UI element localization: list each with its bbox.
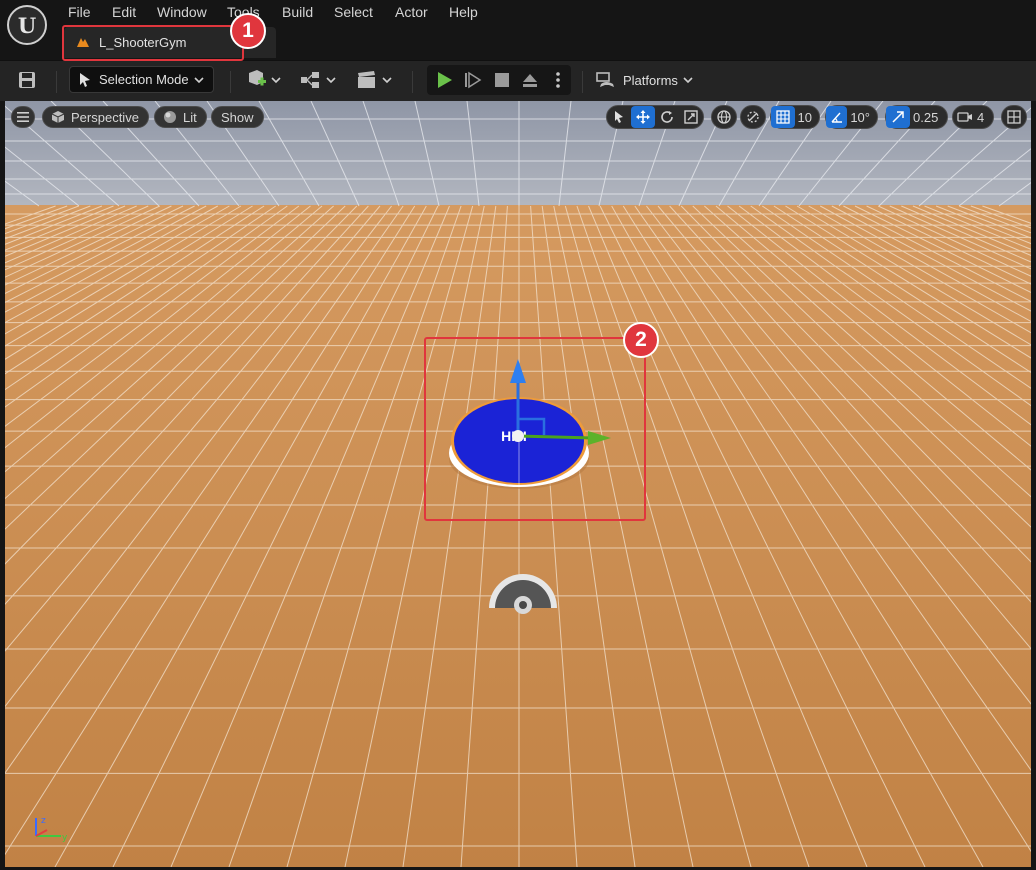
rotation-snap-value: 10° xyxy=(850,109,870,125)
camera-speed-value: 4 xyxy=(977,109,985,125)
menu-help[interactable]: Help xyxy=(449,4,478,20)
camera-speed-icon xyxy=(953,106,977,128)
grid-snap-group[interactable]: 10 xyxy=(770,105,820,129)
advance-frame-icon[interactable] xyxy=(463,70,483,90)
lit-label: Lit xyxy=(183,109,197,125)
stop-icon[interactable] xyxy=(492,70,512,90)
move-tool-icon[interactable] xyxy=(631,106,655,128)
svg-text:y: y xyxy=(62,833,68,843)
show-label: Show xyxy=(221,109,254,125)
layout-icon xyxy=(1002,106,1026,128)
play-options-icon[interactable] xyxy=(551,70,565,90)
platforms-icon xyxy=(596,72,614,87)
selection-mode-label: Selection Mode xyxy=(99,72,189,87)
menu-edit[interactable]: Edit xyxy=(112,4,136,20)
menu-window[interactable]: Window xyxy=(157,4,207,20)
play-icon[interactable] xyxy=(435,70,455,90)
cube-icon xyxy=(51,111,65,123)
menu-file[interactable]: File xyxy=(68,4,91,20)
platforms-button[interactable]: Platforms xyxy=(596,67,696,93)
hamburger-icon xyxy=(17,112,29,122)
menu-select[interactable]: Select xyxy=(334,4,373,20)
chevron-down-icon xyxy=(683,76,693,83)
chevron-down-icon xyxy=(194,77,204,84)
unreal-logo-icon[interactable]: U xyxy=(7,5,47,45)
eject-icon[interactable] xyxy=(520,70,540,90)
scale-snap-value: 0.25 xyxy=(913,109,939,125)
rotate-tool-icon[interactable] xyxy=(655,106,679,128)
toolbar-separator xyxy=(582,71,583,93)
selection-mode-dropdown[interactable]: Selection Mode xyxy=(69,66,214,93)
grid-snap-value: 10 xyxy=(797,109,812,125)
rotation-snap-icon xyxy=(826,106,848,128)
annotation-badge-1: 1 xyxy=(230,13,266,49)
scale-snap-group[interactable]: 0.25 xyxy=(885,105,948,129)
lit-button[interactable]: Lit xyxy=(154,106,207,128)
add-actor-button[interactable] xyxy=(244,67,284,93)
cinematics-button[interactable] xyxy=(354,67,394,93)
surface-snapping-toggle[interactable] xyxy=(740,105,766,129)
toolbar-separator xyxy=(412,71,413,93)
main-toolbar: Selection Mode Platforms xyxy=(0,60,1036,101)
platforms-label: Platforms xyxy=(623,72,678,88)
camera-speed-group[interactable]: 4 xyxy=(952,105,994,129)
scale-snap-icon xyxy=(886,106,910,128)
play-controls xyxy=(427,65,571,95)
select-tool-icon[interactable] xyxy=(607,106,631,128)
grid-snap-icon xyxy=(771,106,795,128)
blueprint-button[interactable] xyxy=(298,67,338,93)
scale-tool-icon[interactable] xyxy=(679,106,703,128)
transform-tools xyxy=(606,105,704,129)
surface-snap-icon xyxy=(741,106,765,128)
perspective-label: Perspective xyxy=(71,109,139,125)
perspective-button[interactable]: Perspective xyxy=(42,106,149,128)
annotation-box-1 xyxy=(62,25,244,61)
menu-actor[interactable]: Actor xyxy=(395,4,428,20)
annotation-box-2 xyxy=(424,337,646,521)
toolbar-separator xyxy=(230,71,231,93)
globe-icon xyxy=(712,106,736,128)
viewport-layout-button[interactable] xyxy=(1001,105,1027,129)
selection-mode-icon xyxy=(80,73,90,87)
rotation-snap-group[interactable]: 10° xyxy=(825,105,878,129)
world-local-toggle[interactable] xyxy=(711,105,737,129)
annotation-badge-2: 2 xyxy=(623,322,659,358)
menu-build[interactable]: Build xyxy=(282,4,313,20)
toolbar-separator xyxy=(56,71,57,93)
viewport-menu-button[interactable] xyxy=(11,106,35,128)
lit-sphere-icon xyxy=(164,111,176,123)
svg-text:z: z xyxy=(41,816,46,826)
save-icon[interactable] xyxy=(17,70,37,90)
show-button[interactable]: Show xyxy=(211,106,264,128)
